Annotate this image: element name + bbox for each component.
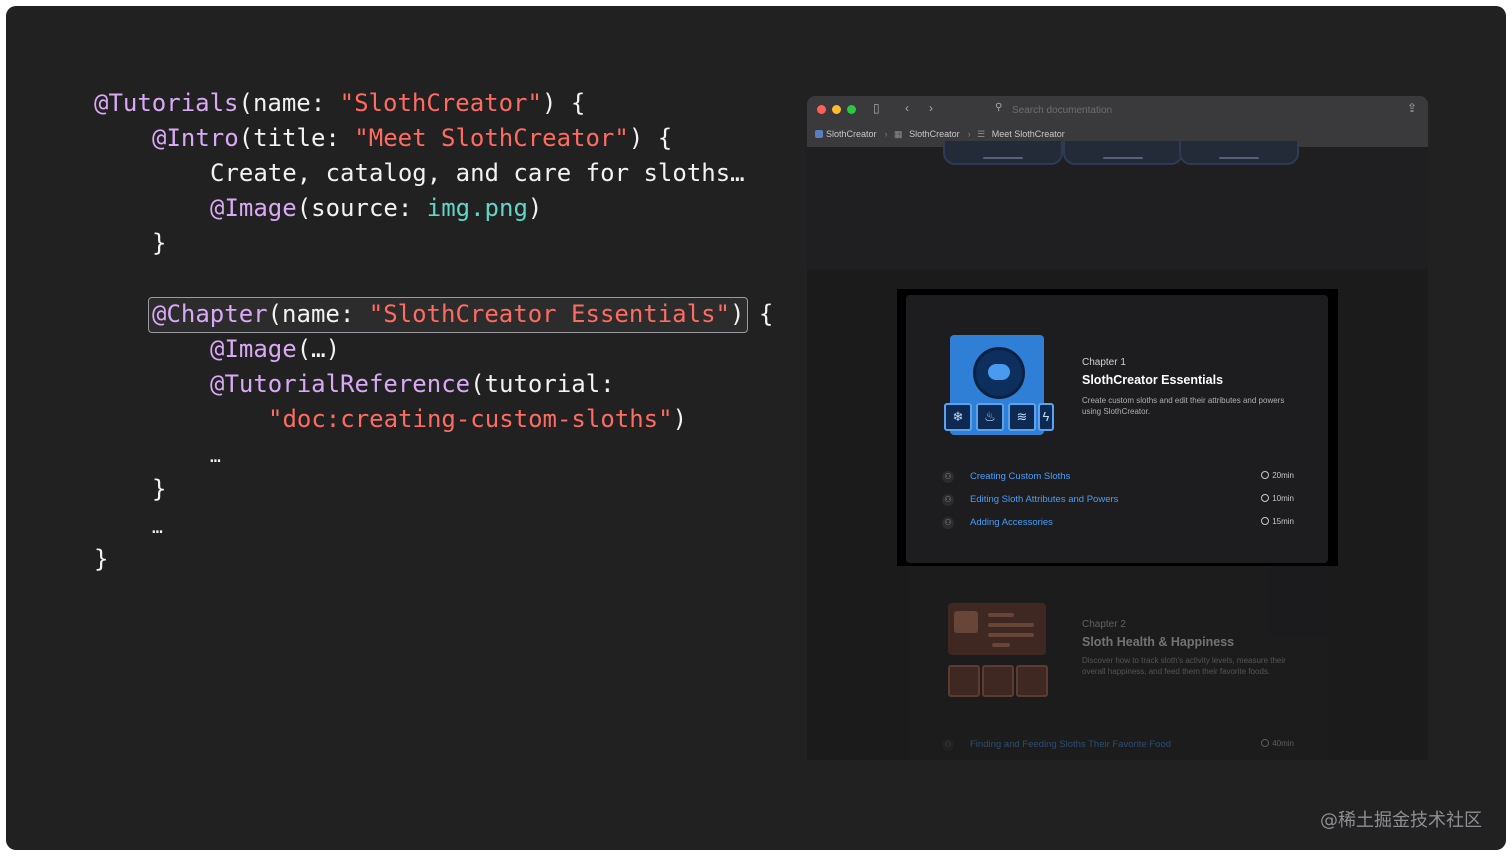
lightning-icon: ϟ <box>1038 403 1054 431</box>
tutorial-duration: 40min <box>1261 739 1294 748</box>
chevron-right-icon: › <box>884 129 888 139</box>
chapter-description: Discover how to track sloth's activity l… <box>1082 656 1286 676</box>
framework-icon <box>815 130 823 138</box>
slide: @Tutorials(name: "SlothCreator") { @Intr… <box>6 6 1506 850</box>
chapter-card: Chapter 2 Sloth Health & Happiness Disco… <box>906 567 1328 760</box>
chapter-artwork: ❄ ♨ ≋ ϟ <box>944 335 1054 435</box>
breadcrumb: SlothCreator › ▦ SlothCreator › ☰ Meet Slo… <box>815 129 1073 140</box>
string-literal: "Meet SlothCreator" <box>354 124 629 152</box>
chapter-eyebrow: Chapter 1 <box>1082 357 1126 368</box>
code-line-intro-text: Create, catalog, and care for sloths… <box>210 159 745 187</box>
tutorial-duration: 10min <box>1261 494 1294 503</box>
grid-icon: ▦ <box>894 129 903 139</box>
back-icon[interactable]: ‹ <box>905 101 909 115</box>
minimize-window-button[interactable] <box>832 105 841 114</box>
code-line-tutorial-reference: @TutorialReference(tutorial: <box>210 370 615 398</box>
tutorial-duration: 20min <box>1261 471 1294 480</box>
directive: @Intro <box>152 124 239 152</box>
clock-icon <box>1261 517 1270 525</box>
tutorial-row[interactable]: ⚇ Finding and Feeding Sloths Their Favor… <box>942 737 1294 753</box>
hero-image <box>807 141 1428 269</box>
chapter-artwork <box>948 603 1046 655</box>
food-icon <box>948 665 980 697</box>
tutorial-link[interactable]: Editing Sloth Attributes and Powers <box>970 494 1118 505</box>
device-image <box>943 141 1063 165</box>
breadcrumb-item[interactable]: ▦ SlothCreator <box>894 129 964 139</box>
clock-icon <box>1261 494 1270 502</box>
clock-icon <box>1261 739 1270 747</box>
tutorial-icon: ⚇ <box>942 494 954 506</box>
string-literal: "SlothCreator Essentials" <box>368 300 730 328</box>
breadcrumb-item[interactable]: SlothCreator <box>815 129 881 139</box>
tutorial-icon: ⚇ <box>942 739 954 751</box>
code-line-close-brace: } <box>152 229 167 257</box>
chapter-description: Create custom sloths and edit their attr… <box>1082 396 1285 416</box>
tutorial-link[interactable]: Finding and Feeding Sloths Their Favorit… <box>970 739 1171 750</box>
tutorial-link[interactable]: Adding Accessories <box>970 517 1053 528</box>
code-line-intro: @Intro(title: "Meet SlothCreator") { <box>152 124 673 152</box>
sloth-face-icon <box>973 347 1025 399</box>
tutorial-duration: 15min <box>1261 517 1294 526</box>
activity-icon <box>1016 665 1048 697</box>
file-literal: img.png <box>426 194 528 222</box>
tutorial-icon: ☰ <box>977 129 986 139</box>
tutorial-icon: ⚇ <box>942 471 954 483</box>
directive: @Tutorials <box>94 89 239 117</box>
breadcrumb-item[interactable]: ☰ Meet SlothCreator <box>977 129 1069 139</box>
fire-icon: ♨ <box>976 403 1004 431</box>
directive: @TutorialReference <box>210 370 471 398</box>
ice-icon: ❄ <box>944 403 972 431</box>
share-icon[interactable]: ⇪ <box>1407 101 1417 115</box>
chapter-card: ❄ ♨ ≋ ϟ Chapter 1 SlothCreator Essential… <box>897 289 1338 566</box>
chapter-title: SlothCreator Essentials <box>1082 373 1224 387</box>
device-image <box>1063 141 1183 165</box>
browser-window: ▯ ‹ › ⚲ Search documentation ⇪ SlothCrea… <box>807 96 1428 760</box>
search-input[interactable]: Search documentation <box>1012 105 1112 116</box>
search-icon: ⚲ <box>995 102 1003 113</box>
code-line-chapter-image: @Image(…) <box>210 335 341 363</box>
code-line-ellipsis: … <box>210 446 221 467</box>
sidebar-toggle-icon[interactable]: ▯ <box>873 101 880 115</box>
code-line-tutorial-path: "doc:creating-custom-sloths") <box>268 405 688 433</box>
string-literal: "doc:creating-custom-sloths" <box>268 405 673 433</box>
string-literal: "SlothCreator" <box>339 89 542 117</box>
tutorial-row[interactable]: ⚇ Editing Sloth Attributes and Powers 10… <box>942 492 1294 508</box>
code-line-image: @Image(source: img.png) <box>210 194 543 222</box>
chapter-title: Sloth Health & Happiness <box>1082 635 1235 649</box>
heart-icon <box>982 665 1014 697</box>
chevron-right-icon: › <box>967 129 971 139</box>
code-line-tutorials: @Tutorials(name: "SlothCreator") { <box>94 89 586 117</box>
chapters-section: ❄ ♨ ≋ ϟ Chapter 1 SlothCreator Essential… <box>807 269 1428 760</box>
device-image <box>1179 141 1299 165</box>
directive: @Chapter <box>152 300 268 328</box>
zoom-window-button[interactable] <box>847 105 856 114</box>
tutorial-icon: ⚇ <box>942 517 954 529</box>
code-line-chapter: @Chapter(name: "SlothCreator Essentials"… <box>152 300 774 328</box>
tutorial-row[interactable]: ⚇ Creating Custom Sloths 20min <box>942 469 1294 485</box>
tutorial-link[interactable]: Creating Custom Sloths <box>970 471 1070 482</box>
directive: @Image <box>210 335 297 363</box>
watermark: @稀土掘金技术社区 <box>1320 810 1482 831</box>
tutorial-row[interactable]: ⚇ Adding Accessories 15min <box>942 515 1294 531</box>
code-line-close-brace: } <box>152 475 167 503</box>
forward-icon[interactable]: › <box>929 101 933 115</box>
wind-icon: ≋ <box>1008 403 1036 431</box>
code-line-close-brace: } <box>94 545 109 573</box>
close-window-button[interactable] <box>817 105 826 114</box>
chapter-eyebrow: Chapter 2 <box>1082 619 1126 630</box>
clock-icon <box>1261 471 1270 479</box>
browser-toolbar: ▯ ‹ › ⚲ Search documentation ⇪ SlothCrea… <box>807 96 1428 147</box>
directive: @Image <box>210 194 297 222</box>
code-line-ellipsis: … <box>152 517 163 538</box>
